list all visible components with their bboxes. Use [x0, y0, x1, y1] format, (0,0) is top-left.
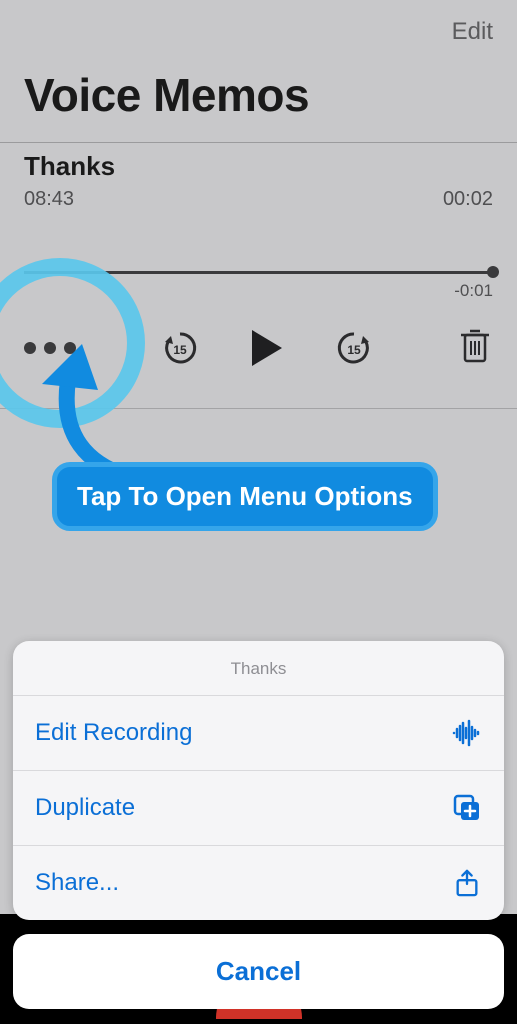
svg-text:15: 15	[347, 343, 361, 357]
share-label: Share...	[35, 869, 119, 897]
skip-back-icon: 15	[160, 328, 200, 368]
play-icon	[250, 328, 284, 368]
edit-button[interactable]: Edit	[452, 18, 493, 46]
cancel-button[interactable]: Cancel	[13, 934, 504, 1009]
skip-back-button[interactable]: 15	[160, 328, 200, 368]
page-title: Voice Memos	[0, 58, 517, 142]
edit-recording-button[interactable]: Edit Recording	[13, 695, 504, 770]
skip-forward-button[interactable]: 15	[334, 328, 374, 368]
action-sheet: Thanks Edit Recording Duplicate Share...	[13, 641, 504, 920]
time-remaining: -0:01	[454, 281, 493, 301]
sheet-title: Thanks	[13, 641, 504, 695]
waveform-icon	[452, 718, 482, 748]
trash-icon	[457, 325, 493, 365]
memo-duration: 00:02	[443, 188, 493, 211]
edit-recording-label: Edit Recording	[35, 719, 192, 747]
share-button[interactable]: Share...	[13, 845, 504, 920]
memo-time: 08:43	[24, 188, 74, 211]
delete-button[interactable]	[457, 325, 493, 370]
play-button[interactable]	[250, 328, 284, 368]
duplicate-button[interactable]: Duplicate	[13, 770, 504, 845]
svg-text:15: 15	[173, 343, 187, 357]
duplicate-label: Duplicate	[35, 794, 135, 822]
annotation-callout: Tap To Open Menu Options	[52, 462, 438, 531]
memo-item[interactable]: Thanks 08:43 00:02	[0, 143, 517, 211]
share-icon	[452, 868, 482, 898]
skip-forward-icon: 15	[334, 328, 374, 368]
memo-name: Thanks	[24, 151, 493, 182]
duplicate-icon	[452, 793, 482, 823]
